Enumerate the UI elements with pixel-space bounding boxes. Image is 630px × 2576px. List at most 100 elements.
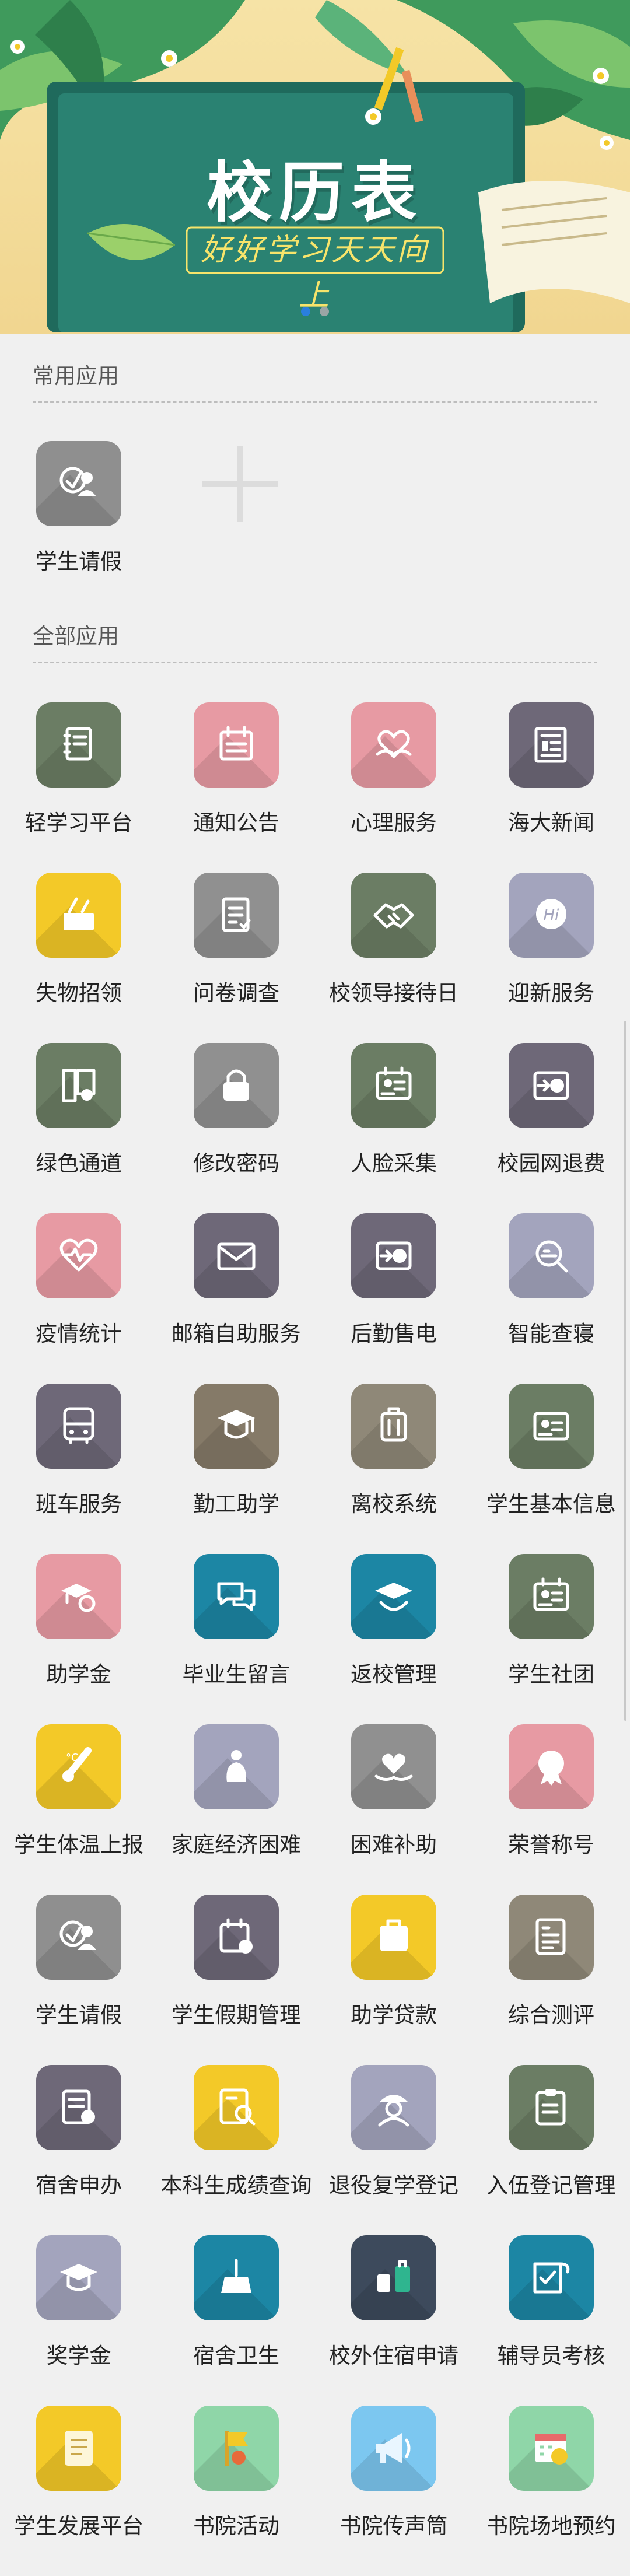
scroll-icon-glyph — [65, 2431, 93, 2466]
app-label: 综合测评 — [508, 2003, 594, 2028]
all-app-tile[interactable]: 学生社团 — [473, 1554, 630, 1724]
app-label: 离校系统 — [351, 1492, 437, 1517]
offcampus-stay-icon-glyph — [377, 2260, 410, 2292]
dorm-check-icon-glyph — [536, 1240, 568, 1273]
counselor-review-icon-glyph — [533, 2262, 570, 2294]
broom-icon — [194, 2235, 279, 2320]
app-label: 问卷调查 — [193, 981, 279, 1006]
all-app-tile[interactable]: 助学金 — [0, 1554, 158, 1724]
newspaper-icon — [509, 702, 594, 788]
all-app-tile[interactable]: 书院活动 — [158, 2406, 315, 2576]
hi-chat-icon-glyph: Hi — [536, 899, 566, 929]
all-app-tile[interactable]: 家庭经济困难 — [158, 1724, 315, 1895]
all-app-tile[interactable]: 绿色通道 — [0, 1043, 158, 1213]
all-app-tile[interactable]: 书院场地预约 — [473, 2406, 630, 2576]
thermometer-icon-glyph: °C — [62, 1747, 92, 1782]
subsidy-heart-icon-glyph — [374, 1754, 413, 1781]
megaphone-icon-glyph — [376, 2433, 411, 2463]
work-study-icon — [194, 1384, 279, 1469]
all-app-tile[interactable]: 修改密码 — [158, 1043, 315, 1213]
club-card-icon — [509, 1554, 594, 1639]
all-app-tile[interactable]: 离校系统 — [315, 1384, 473, 1554]
lock-icon-glyph — [223, 1069, 249, 1101]
lost-found-box-icon-glyph — [64, 897, 94, 930]
all-app-tile[interactable]: 辅导员考核 — [473, 2235, 630, 2406]
all-app-tile[interactable]: 班车服务 — [0, 1384, 158, 1554]
grant-icon-glyph — [61, 1584, 96, 1612]
mail-icon-glyph — [217, 1242, 256, 1270]
all-app-tile[interactable]: 校领导接待日 — [315, 873, 473, 1043]
all-app-tile[interactable]: 学生假期管理 — [158, 1895, 315, 2065]
student-leave-icon-glyph — [60, 467, 96, 496]
venue-calendar-icon — [509, 2406, 594, 2491]
all-app-tile[interactable]: 校园网退费 — [473, 1043, 630, 1213]
survey-icon-glyph — [222, 897, 251, 932]
all-app-tile[interactable]: 学生基本信息 — [473, 1384, 630, 1554]
counselor-review-icon — [509, 2235, 594, 2320]
bus-icon — [36, 1384, 121, 1469]
subsidy-heart-icon — [351, 1724, 436, 1810]
student-leave-icon — [36, 441, 121, 526]
carousel-dot-active[interactable] — [301, 307, 310, 316]
all-app-tile[interactable]: °C 学生体温上报 — [0, 1724, 158, 1895]
all-app-tile[interactable]: 综合测评 — [473, 1895, 630, 2065]
all-app-tile[interactable]: 通知公告 — [158, 702, 315, 873]
offcampus-stay-icon — [351, 2235, 436, 2320]
all-app-tile[interactable]: 后勤售电 — [315, 1213, 473, 1384]
section-title-common: 常用应用 — [33, 358, 597, 402]
heartbeat-icon — [36, 1213, 121, 1298]
app-label: 学生体温上报 — [14, 1832, 144, 1857]
all-app-tile[interactable]: 返校管理 — [315, 1554, 473, 1724]
all-app-tile[interactable]: 疫情统计 — [0, 1213, 158, 1384]
hi-chat-icon: Hi — [509, 873, 594, 958]
notebook-icon-glyph — [63, 727, 92, 761]
evaluation-icon — [509, 1895, 594, 1980]
app-label: 返校管理 — [351, 1662, 437, 1687]
app-label: 宿舍申办 — [36, 2173, 122, 2198]
scrollbar[interactable] — [624, 1021, 626, 1721]
all-app-tile[interactable]: 困难补助 — [315, 1724, 473, 1895]
all-app-tile[interactable]: 毕业生留言 — [158, 1554, 315, 1724]
lost-found-box-icon — [36, 873, 121, 958]
all-app-tile[interactable]: 校外住宿申请 — [315, 2235, 473, 2406]
plus-icon-v — [237, 446, 243, 522]
all-app-tile[interactable]: Hi 迎新服务 — [473, 873, 630, 1043]
all-app-tile[interactable]: 书院传声筒 — [315, 2406, 473, 2576]
lock-icon — [194, 1043, 279, 1128]
add-app-button[interactable] — [197, 441, 282, 526]
handshake-icon-glyph — [373, 903, 414, 929]
all-app-tile[interactable]: 退役复学登记 — [315, 2065, 473, 2235]
veteran-icon — [351, 2065, 436, 2150]
all-app-tile[interactable]: 奖学金 — [0, 2235, 158, 2406]
all-app-tile[interactable]: 本科生成绩查询 — [158, 2065, 315, 2235]
all-app-tile[interactable]: 人脸采集 — [315, 1043, 473, 1213]
calendar-note-icon — [194, 702, 279, 788]
all-app-tile[interactable]: 学生发展平台 — [0, 2406, 158, 2576]
all-app-tile[interactable]: 荣誉称号 — [473, 1724, 630, 1895]
app-label: 修改密码 — [193, 1151, 279, 1176]
carousel-dot[interactable] — [320, 307, 329, 316]
electric-pay-icon-glyph — [376, 1241, 412, 1270]
student-leave-icon — [36, 1895, 121, 1980]
all-app-tile[interactable]: 失物招领 — [0, 873, 158, 1043]
common-app-tile[interactable]: 学生请假 — [0, 441, 158, 611]
all-app-tile[interactable]: 智能查寝 — [473, 1213, 630, 1384]
all-app-tile[interactable]: 邮箱自助服务 — [158, 1213, 315, 1384]
all-app-tile[interactable]: 海大新闻 — [473, 702, 630, 873]
all-app-tile[interactable]: 勤工助学 — [158, 1384, 315, 1554]
grant-icon — [36, 1554, 121, 1639]
banner-carousel[interactable]: 校历表 好好学习天天向上 — [0, 0, 630, 334]
newspaper-icon-glyph — [534, 727, 567, 763]
all-app-tile[interactable]: 轻学习平台 — [0, 702, 158, 873]
all-app-tile[interactable]: 学生请假 — [0, 1895, 158, 2065]
flag-activity-icon-glyph — [225, 2431, 248, 2466]
vacation-icon — [194, 1895, 279, 1980]
notebook-icon — [36, 702, 121, 788]
all-app-tile[interactable]: 助学贷款 — [315, 1895, 473, 2065]
all-app-tile[interactable]: 问卷调查 — [158, 873, 315, 1043]
all-app-tile[interactable]: 宿舍申办 — [0, 2065, 158, 2235]
all-app-tile[interactable]: 宿舍卫生 — [158, 2235, 315, 2406]
app-label: 宿舍卫生 — [193, 2343, 279, 2368]
all-app-tile[interactable]: 入伍登记管理 — [473, 2065, 630, 2235]
all-app-tile[interactable]: 心理服务 — [315, 702, 473, 873]
